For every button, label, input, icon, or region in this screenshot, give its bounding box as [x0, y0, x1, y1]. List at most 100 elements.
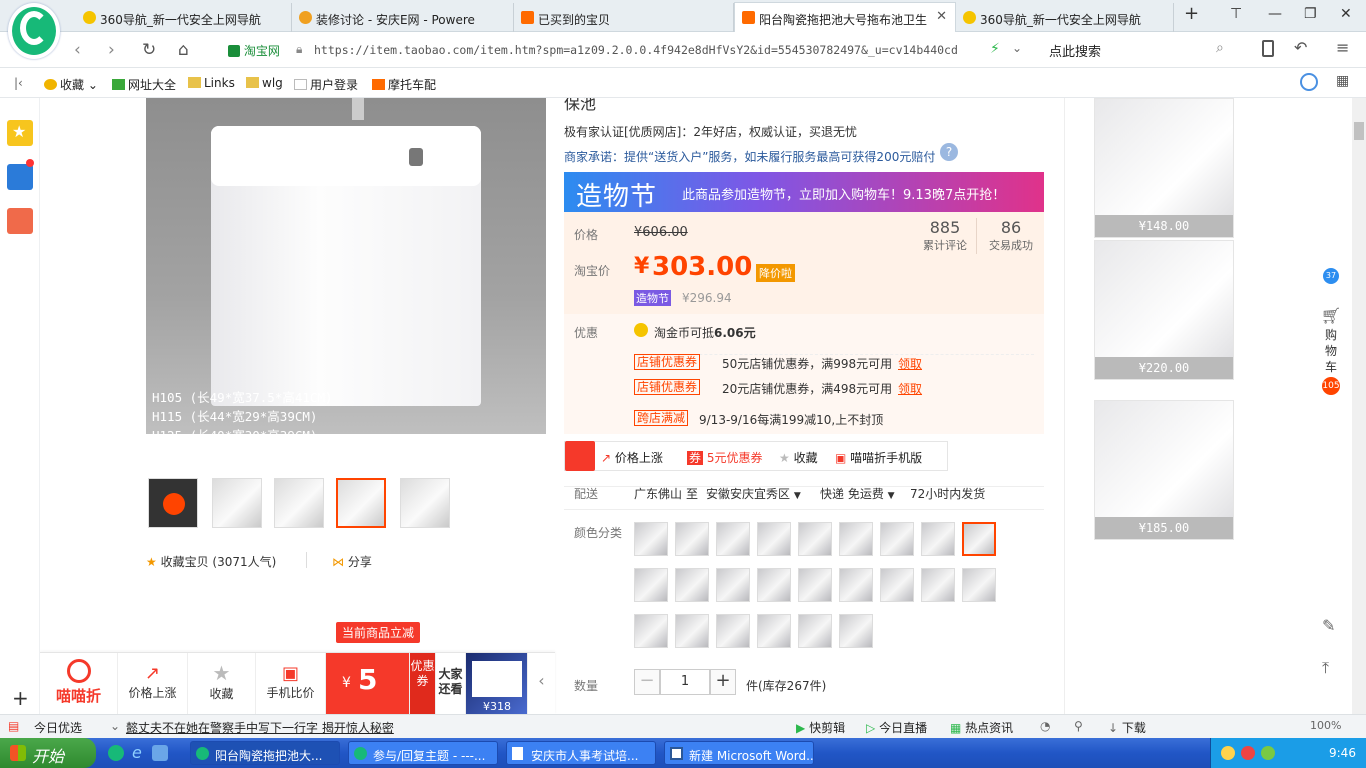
status-quick-cut[interactable]: ▶ 快剪辑: [796, 719, 845, 736]
color-swatch[interactable]: [675, 522, 709, 556]
thumb-image-selected[interactable]: [336, 478, 386, 528]
zoom-search-icon[interactable]: ⌕: [523, 438, 532, 458]
thumb-image[interactable]: [400, 478, 450, 528]
side-cart[interactable]: 🛒︎ 购物车 105: [1320, 306, 1342, 397]
browser-logo[interactable]: [8, 3, 60, 59]
status-live[interactable]: ▷ 今日直播: [866, 719, 927, 736]
ie-icon[interactable]: e: [132, 743, 142, 762]
translate-icon[interactable]: [1300, 73, 1318, 91]
status-download[interactable]: ↓ 下载: [1108, 719, 1146, 736]
task-exam[interactable]: 安庆市人事考试培...: [506, 741, 656, 765]
forward-icon[interactable]: ›: [108, 40, 115, 60]
today-picks[interactable]: 今日优选: [34, 719, 82, 736]
collapse-icon[interactable]: |‹: [14, 76, 23, 90]
bookmark-login[interactable]: 用户登录: [294, 76, 358, 93]
task-forum[interactable]: 参与/回复主题 - ---...: [348, 741, 498, 765]
tool-favorite[interactable]: ★ 收藏: [779, 449, 818, 466]
bookmark-links[interactable]: Links: [188, 76, 235, 90]
url-box[interactable]: 淘宝网 🔒︎ https://item.taobao.com/item.htm?…: [222, 37, 1030, 63]
favorites-star-icon[interactable]: ★: [7, 120, 33, 146]
miaomiao-logo-icon[interactable]: [565, 441, 595, 471]
refresh-icon[interactable]: ↻: [142, 40, 156, 60]
minimize-button[interactable]: —: [1268, 6, 1282, 22]
color-swatch[interactable]: [716, 614, 750, 648]
zoom-level[interactable]: 100%: [1310, 719, 1341, 732]
color-swatch[interactable]: [675, 568, 709, 602]
share-button[interactable]: ⋈ 分享: [332, 553, 372, 570]
qty-increase-button[interactable]: +: [710, 669, 736, 695]
thumb-video[interactable]: [148, 478, 198, 528]
main-product-image[interactable]: H105 (长49*宽37.5*高41CM) H115 (长44*宽29*高39…: [146, 98, 546, 462]
lightning-icon[interactable]: ⚡︎: [990, 41, 1000, 57]
color-swatch[interactable]: [757, 614, 791, 648]
help-icon[interactable]: ?: [940, 143, 958, 161]
list-panel-icon[interactable]: [7, 159, 34, 190]
bookmark-wlg[interactable]: wlg: [246, 76, 283, 90]
tray-icon[interactable]: [1241, 746, 1255, 760]
phone-icon[interactable]: [1262, 40, 1274, 57]
scrollbar-thumb[interactable]: [1354, 122, 1364, 140]
thumb-image[interactable]: [274, 478, 324, 528]
color-swatch-selected[interactable]: [962, 522, 996, 556]
favorite-item-button[interactable]: ★ 收藏宝贝 (3071人气): [146, 553, 276, 570]
side-product[interactable]: ¥220.00: [1094, 240, 1234, 380]
color-swatch[interactable]: [716, 568, 750, 602]
new-tab-button[interactable]: +: [1184, 3, 1199, 24]
color-swatch[interactable]: [839, 614, 873, 648]
back-to-top-icon[interactable]: ⤒: [1322, 658, 1329, 678]
bottom-compare[interactable]: ▣ 手机比价: [256, 653, 326, 714]
color-swatch[interactable]: [798, 568, 832, 602]
close-window-button[interactable]: ✕: [1340, 6, 1352, 22]
color-swatch[interactable]: [962, 568, 996, 602]
coupon-label[interactable]: 优惠券: [410, 653, 436, 714]
color-swatch[interactable]: [839, 522, 873, 556]
tab-product-active[interactable]: 阳台陶瓷拖把池大号拖布池卫生 ✕: [734, 2, 956, 33]
bookmark-favorites[interactable]: 收藏 ⌄: [44, 76, 98, 93]
desktop-icon[interactable]: [152, 745, 168, 761]
bookmark-moto[interactable]: 摩托车配: [372, 76, 436, 93]
claim-coupon-link[interactable]: 领取: [898, 380, 922, 397]
tray-icon[interactable]: [1221, 746, 1235, 760]
browser-quicklaunch-icon[interactable]: [108, 745, 124, 761]
color-swatch[interactable]: [757, 522, 791, 556]
speed-icon[interactable]: ◔: [1040, 719, 1050, 733]
ship-method-select[interactable]: 快递 免运费 ▼: [820, 485, 895, 502]
instant-reduce-button[interactable]: ¥ 5: [326, 653, 410, 714]
color-swatch[interactable]: [634, 568, 668, 602]
search-input[interactable]: 点此搜索 ⌕: [1040, 37, 1240, 63]
color-swatch[interactable]: [798, 522, 832, 556]
bottom-favorite[interactable]: ★ 收藏: [188, 653, 256, 714]
color-swatch[interactable]: [921, 522, 955, 556]
side-product[interactable]: ¥185.00: [1094, 400, 1234, 540]
color-swatch[interactable]: [798, 614, 832, 648]
color-swatch[interactable]: [757, 568, 791, 602]
undo-icon[interactable]: ↶: [1294, 38, 1307, 57]
color-swatch[interactable]: [634, 522, 668, 556]
reviews-stat[interactable]: 885 累计评论: [916, 218, 974, 253]
qty-decrease-button[interactable]: −: [634, 669, 660, 695]
start-button[interactable]: 开始: [0, 738, 96, 768]
back-icon[interactable]: ‹: [74, 40, 81, 60]
task-word[interactable]: 新建 Microsoft Word...: [664, 741, 814, 765]
tool-coupon[interactable]: 券 5元优惠券: [687, 449, 762, 466]
home-icon[interactable]: ⌂: [178, 40, 189, 60]
add-sidebar-icon[interactable]: +: [12, 686, 29, 710]
tool-price-up[interactable]: ↗ 价格上涨: [601, 449, 663, 466]
clock[interactable]: 9:46: [1329, 746, 1356, 760]
tab-forum[interactable]: 装修讨论 - 安庆E网 - Powere: [292, 3, 514, 32]
news-link[interactable]: 懿丈夫不在她在警察手中写下一行字 揭开惊人秘密: [126, 719, 394, 736]
side-product[interactable]: ¥148.00: [1094, 98, 1234, 238]
color-swatch[interactable]: [921, 568, 955, 602]
color-swatch[interactable]: [839, 568, 873, 602]
thumb-image[interactable]: [464, 478, 514, 528]
tab-360-nav-1[interactable]: 360导航_新一代安全上网导航: [76, 3, 292, 32]
restore-button[interactable]: ❐: [1304, 6, 1317, 22]
vertical-scrollbar[interactable]: [1352, 98, 1366, 714]
ship-to-select[interactable]: 安徽安庆宜秀区 ▼: [706, 485, 801, 502]
apps-grid-icon[interactable]: ▦: [1336, 73, 1349, 89]
color-swatch[interactable]: [675, 614, 709, 648]
chevron-down-icon[interactable]: ⌄: [1012, 41, 1022, 55]
tab-purchased[interactable]: 已买到的宝贝: [514, 3, 734, 32]
bottom-price-up[interactable]: ↗ 价格上涨: [118, 653, 188, 714]
status-hot-news[interactable]: ▦ 热点资讯: [950, 719, 1013, 736]
